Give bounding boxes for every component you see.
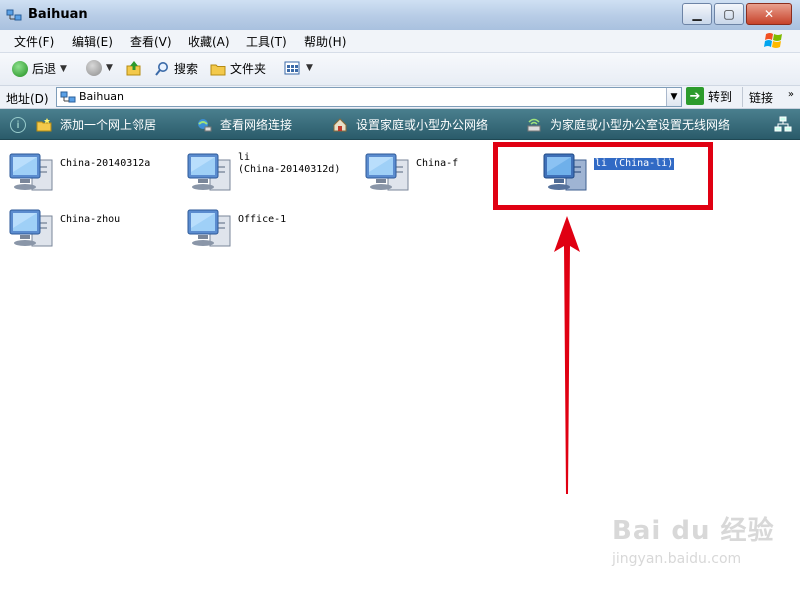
up-button[interactable] [126, 60, 142, 76]
go-button[interactable]: ➔ 转到 [686, 87, 732, 105]
search-button[interactable]: 搜索 [154, 60, 198, 77]
forward-button[interactable]: ▼ [86, 60, 113, 76]
search-icon [155, 61, 168, 76]
maximize-button[interactable]: ▢ [714, 3, 744, 25]
menu-help[interactable]: 帮助(H) [304, 33, 346, 50]
maximize-icon: ▢ [723, 7, 735, 21]
computer-item[interactable]: Office-1 [186, 204, 286, 252]
wireless-network-icon [527, 118, 541, 131]
back-arrow-icon [12, 60, 28, 77]
watermark-brand: Bai du 经验 [612, 516, 775, 546]
task-label: 添加一个网上邻居 [60, 118, 157, 132]
baidu-watermark: Bai du 经验 jingyan.baidu.com [612, 510, 775, 567]
up-folder-icon [126, 61, 141, 76]
task-setup-wireless-network[interactable]: 为家庭或小型办公室设置无线网络 [526, 116, 730, 133]
network-folder-icon [60, 91, 76, 103]
menu-file[interactable]: 文件(F) [14, 33, 54, 50]
menu-tools[interactable]: 工具(T) [246, 33, 287, 50]
network-tasks-bar: i 添加一个网上邻居 查看网络连接 设置家庭或小型办公网络 为家庭或小型办公室设… [0, 109, 800, 140]
address-input[interactable]: Baihuan ▼ [56, 87, 682, 107]
window-controls: ▁ ▢ ✕ [682, 3, 792, 25]
task-view-network-connections[interactable]: 查看网络连接 [196, 116, 292, 133]
folder-icon [210, 64, 226, 75]
add-network-place-icon [36, 117, 52, 131]
go-label: 转到 [708, 89, 733, 104]
go-arrow-icon: ➔ [686, 87, 704, 105]
network-connections-icon [198, 118, 212, 131]
task-setup-home-network[interactable]: 设置家庭或小型办公网络 [332, 116, 488, 133]
file-list-pane: China-20140312a li (China-20140312d) Chi… [0, 140, 800, 600]
views-dropdown-icon: ▼ [306, 63, 313, 73]
views-button[interactable]: ▼ [284, 60, 313, 76]
computer-label: China-f [416, 158, 459, 169]
address-bar: 地址(D) Baihuan ▼ ➔ 转到 链接 » [0, 86, 800, 109]
title-bar: Baihuan ▁ ▢ ✕ [0, 0, 800, 31]
computer-icon [9, 153, 53, 191]
address-value: Baihuan [79, 90, 124, 103]
back-button[interactable]: 后退 ▼ [12, 60, 67, 77]
computer-icon [187, 153, 231, 191]
computer-label: China-zhou [60, 214, 121, 225]
computer-icon [365, 153, 409, 191]
links-label: 链接 [749, 90, 774, 105]
computer-label: li (China-20140312d) [238, 152, 341, 175]
info-icon: i [10, 117, 26, 133]
links-button[interactable]: 链接 [742, 87, 779, 107]
task-add-network-place[interactable]: 添加一个网上邻居 [36, 116, 156, 133]
task-label: 查看网络连接 [220, 118, 293, 132]
task-label: 设置家庭或小型办公网络 [356, 118, 489, 132]
chevron-right-icon[interactable]: » [788, 89, 794, 100]
menu-favorites[interactable]: 收藏(A) [188, 33, 230, 50]
task-label: 为家庭或小型办公室设置无线网络 [550, 118, 731, 132]
back-label: 后退 [32, 62, 57, 76]
computer-icon [9, 209, 53, 247]
forward-dropdown-icon[interactable]: ▼ [106, 63, 113, 73]
home-network-icon [333, 117, 347, 131]
views-icon [284, 61, 300, 75]
close-button[interactable]: ✕ [746, 3, 792, 25]
minimize-icon: ▁ [692, 7, 702, 21]
network-icon[interactable] [774, 116, 792, 132]
forward-arrow-icon [86, 60, 102, 76]
red-arrow-annotation [554, 216, 580, 494]
windows-logo-icon [764, 33, 782, 48]
computer-item[interactable]: China-f [364, 148, 458, 196]
computer-item[interactable]: li (China-20140312d) [186, 148, 340, 196]
menu-view[interactable]: 查看(V) [130, 33, 172, 50]
folders-label: 文件夹 [230, 62, 267, 76]
folders-button[interactable]: 文件夹 [210, 60, 266, 77]
address-label: 地址(D) [6, 92, 49, 106]
computer-label: Office-1 [238, 214, 287, 225]
menu-bar: 文件(F) 编辑(E) 查看(V) 收藏(A) 工具(T) 帮助(H) [0, 30, 800, 53]
close-icon: ✕ [763, 7, 775, 21]
back-dropdown-icon[interactable]: ▼ [60, 64, 67, 74]
computer-item[interactable]: China-zhou [8, 204, 120, 252]
highlight-box [493, 142, 713, 210]
standard-toolbar: 后退 ▼ ▼ 搜索 文件夹 ▼ [0, 53, 800, 86]
window-title: Baihuan [28, 7, 88, 22]
watermark-url: jingyan.baidu.com [612, 551, 742, 567]
computer-label: China-20140312a [60, 158, 151, 169]
search-label: 搜索 [174, 62, 199, 76]
menu-edit[interactable]: 编辑(E) [72, 33, 113, 50]
network-folder-icon [6, 9, 22, 21]
minimize-button[interactable]: ▁ [682, 3, 712, 25]
computer-icon [187, 209, 231, 247]
address-dropdown-icon[interactable]: ▼ [666, 88, 681, 106]
computer-item[interactable]: China-20140312a [8, 148, 150, 196]
